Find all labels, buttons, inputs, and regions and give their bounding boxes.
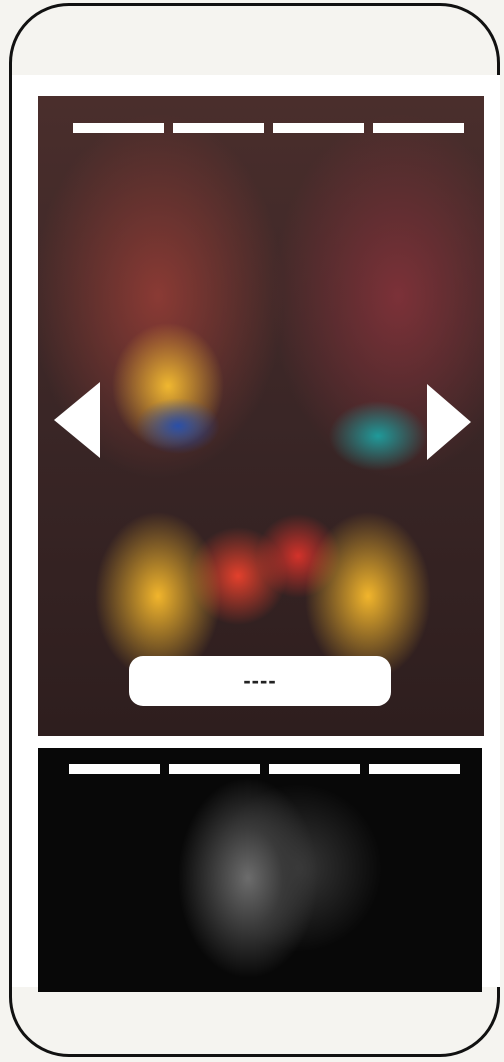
next-arrow-icon[interactable] bbox=[427, 384, 471, 460]
story-caption-button[interactable]: ---- bbox=[129, 656, 391, 706]
progress-segment-3 bbox=[269, 764, 360, 774]
story-card-holi-hands[interactable]: ---- bbox=[38, 96, 484, 736]
story-caption-text: ---- bbox=[243, 668, 277, 693]
progress-segment-1 bbox=[69, 764, 160, 774]
story-progress bbox=[69, 764, 460, 774]
progress-segment-4 bbox=[373, 123, 464, 133]
previous-arrow-icon[interactable] bbox=[54, 382, 100, 458]
progress-segment-1 bbox=[73, 123, 164, 133]
story-card-powder-face[interactable] bbox=[38, 748, 482, 992]
progress-segment-3 bbox=[273, 123, 364, 133]
progress-segment-4 bbox=[369, 764, 460, 774]
story-progress bbox=[73, 123, 464, 133]
progress-segment-2 bbox=[173, 123, 264, 133]
progress-segment-2 bbox=[169, 764, 260, 774]
